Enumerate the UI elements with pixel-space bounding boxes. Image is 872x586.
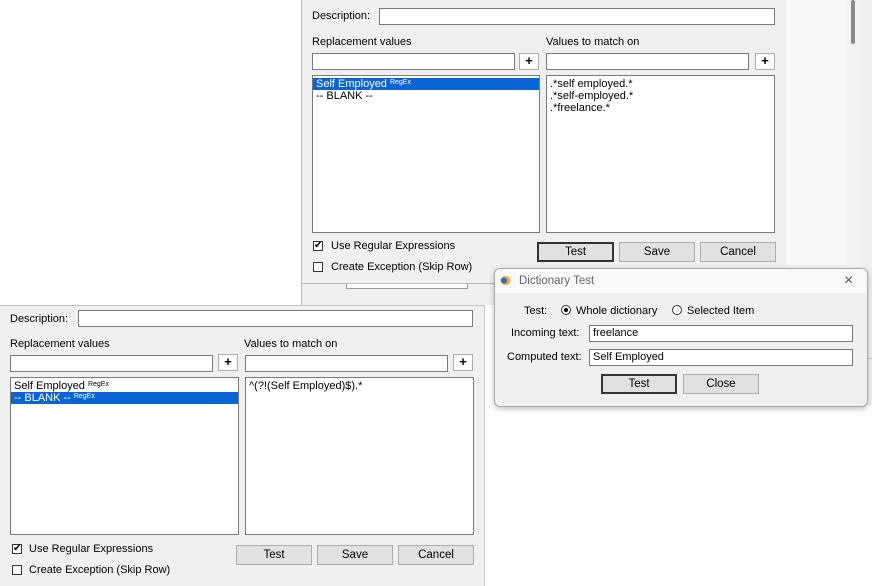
list-item[interactable]: .*self-employed.* (547, 90, 774, 102)
description-label: Description: (312, 10, 371, 22)
list-item[interactable]: Self Employed RegEx (11, 380, 238, 392)
whole-dictionary-label: Whole dictionary (576, 305, 658, 317)
dialog-title: Dictionary Test (519, 275, 595, 287)
dialog-test-button[interactable]: Test (601, 374, 677, 394)
whole-dictionary-radio[interactable] (561, 305, 571, 315)
description-label: Description: (10, 313, 69, 325)
use-regex-label: Use Regular Expressions (331, 240, 456, 252)
bottom-editor-window: Description: Replacement values Values t… (0, 305, 485, 586)
replacement-values-label: Replacement values (10, 338, 110, 350)
use-regex-label: Use Regular Expressions (29, 543, 154, 555)
description-input[interactable] (78, 310, 473, 327)
description-input[interactable] (379, 8, 775, 25)
add-match-button[interactable]: + (453, 354, 473, 371)
add-replacement-button[interactable]: + (519, 53, 539, 70)
close-icon[interactable]: × (844, 272, 853, 290)
selected-item-radio[interactable] (672, 305, 682, 315)
test-button[interactable]: Test (236, 545, 312, 565)
cancel-button[interactable]: Cancel (700, 242, 776, 262)
test-mode-label: Test: (524, 305, 548, 317)
use-regex-checkbox[interactable]: ✔ (313, 241, 323, 251)
match-value-input[interactable] (245, 355, 448, 372)
values-to-match-label: Values to match on (546, 36, 640, 48)
background-strip (301, 284, 497, 305)
add-match-button[interactable]: + (755, 53, 775, 70)
replacement-values-label: Replacement values (312, 36, 412, 48)
dialog-close-button[interactable]: Close (683, 374, 759, 394)
save-button[interactable]: Save (317, 545, 393, 565)
list-item[interactable]: -- BLANK -- (313, 90, 539, 102)
replacement-values-list[interactable]: Self Employed RegEx -- BLANK -- RegEx (10, 377, 239, 535)
create-exception-label: Create Exception (Skip Row) (29, 564, 171, 576)
regex-tag: RegEx (73, 393, 95, 400)
add-replacement-button[interactable]: + (218, 354, 238, 371)
regex-tag: RegEx (389, 79, 411, 86)
use-regex-checkbox[interactable]: ✔ (12, 544, 22, 554)
list-item[interactable]: .*self employed.* (547, 78, 774, 90)
incoming-text-label: Incoming text: (511, 327, 580, 339)
cancel-button[interactable]: Cancel (398, 545, 474, 565)
dictionary-test-dialog: Dictionary Test × Test: Whole dictionary… (494, 268, 868, 407)
save-button[interactable]: Save (619, 242, 695, 262)
values-to-match-label: Values to match on (244, 338, 338, 350)
app-icon (500, 275, 511, 286)
match-value-input[interactable] (546, 53, 749, 70)
dialog-titlebar: Dictionary Test × (495, 269, 867, 293)
list-item[interactable]: ^(?!(Self Employed)$).* (246, 380, 473, 392)
replacement-value-input[interactable] (10, 355, 213, 372)
create-exception-checkbox[interactable] (313, 262, 323, 272)
list-item[interactable]: .*freelance.* (547, 102, 774, 114)
regex-tag: RegEx (87, 381, 109, 388)
match-values-list[interactable]: ^(?!(Self Employed)$).* (245, 377, 474, 535)
test-button[interactable]: Test (537, 242, 614, 262)
replacement-values-list[interactable]: Self Employed RegEx -- BLANK -- (312, 75, 540, 233)
create-exception-checkbox[interactable] (12, 565, 22, 575)
match-values-list[interactable]: .*self employed.* .*self-employed.* .*fr… (546, 75, 775, 233)
computed-text-field: Self Employed (589, 349, 853, 366)
list-item[interactable]: -- BLANK -- RegEx (11, 392, 238, 404)
top-editor-window: Description: Replacement values Values t… (301, 0, 787, 284)
background-inner-panel (786, 0, 847, 265)
background-field (346, 284, 468, 289)
computed-text-label: Computed text: (507, 351, 582, 363)
incoming-text-input[interactable]: freelance (589, 325, 853, 342)
selected-item-label: Selected Item (687, 305, 755, 317)
create-exception-label: Create Exception (Skip Row) (331, 261, 473, 273)
scrollbar-thumb[interactable] (851, 0, 855, 44)
list-item[interactable]: Self Employed RegEx (313, 78, 539, 90)
replacement-value-input[interactable] (312, 53, 515, 70)
